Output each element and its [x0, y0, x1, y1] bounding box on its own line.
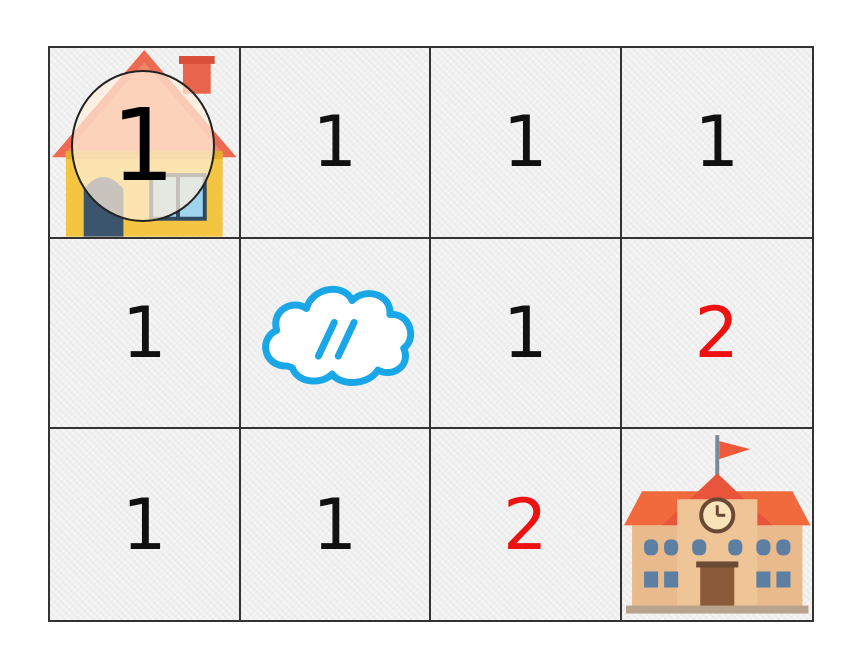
cell-r1-c3[interactable]: 2: [621, 239, 812, 430]
cell-r2-c3[interactable]: [622, 429, 813, 620]
cell-r1-c0[interactable]: 1: [50, 238, 241, 430]
cell-r0-c1[interactable]: 1: [240, 48, 431, 239]
cell-r1-c1[interactable]: [240, 238, 431, 430]
player-token[interactable]: 1: [71, 70, 215, 222]
cell-number: 1: [121, 291, 167, 374]
cell-number: 1: [312, 483, 358, 566]
cell-r0-c0[interactable]: 1: [50, 48, 241, 239]
cell-number: 1: [694, 101, 740, 184]
cell-number: 1: [502, 101, 548, 184]
cell-r0-c3[interactable]: 1: [621, 48, 812, 239]
cell-r1-c2[interactable]: 1: [431, 238, 622, 430]
token-number: 1: [111, 87, 175, 204]
cell-r2-c0[interactable]: 1: [50, 429, 241, 620]
cell-r0-c2[interactable]: 1: [431, 48, 622, 239]
cell-r2-c1[interactable]: 1: [241, 429, 431, 620]
cell-number: 1: [312, 101, 358, 184]
cell-number: 1: [502, 291, 548, 374]
cloud-icon: [261, 285, 414, 386]
school-icon: [623, 435, 810, 614]
cell-number: 1: [121, 483, 167, 566]
cell-number-cost: 2: [502, 483, 548, 566]
cell-r2-c2[interactable]: 2: [431, 429, 622, 620]
game-board-container: 1 1 1 1 1 1 2 1 1 2: [48, 46, 814, 622]
game-board: 1 1 1 1 1 1 2 1 1 2: [48, 46, 814, 622]
cell-number-cost: 2: [694, 291, 740, 374]
